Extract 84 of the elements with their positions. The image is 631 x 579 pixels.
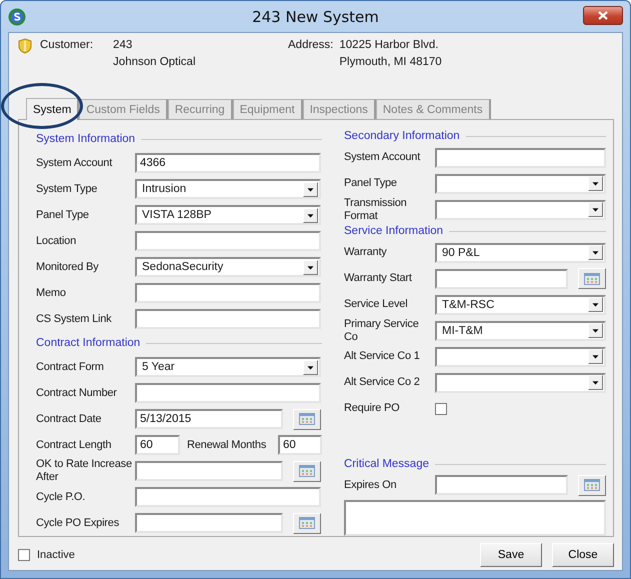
field-label: Warranty [344, 246, 388, 260]
address-line: Plymouth, MI 48170 [339, 55, 442, 69]
field-label: Contract Length [36, 438, 112, 452]
dropdown-field[interactable]: 90 P&L [435, 242, 606, 263]
checkbox[interactable] [435, 402, 447, 415]
close-button[interactable] [583, 6, 623, 25]
calendar-icon [584, 272, 600, 285]
calendar-button[interactable] [293, 512, 321, 534]
date-field[interactable]: 5/13/2015 [135, 409, 283, 429]
date-field[interactable] [435, 475, 568, 496]
field-label: Service Level [344, 298, 408, 312]
date-field[interactable] [135, 461, 283, 481]
text-field[interactable] [135, 383, 321, 403]
field-label: CS System Link [36, 312, 112, 326]
calendar-button[interactable] [578, 474, 606, 496]
section-title: Contract Information [36, 337, 140, 349]
calendar-icon [299, 413, 315, 425]
field-label: Contract Number [36, 386, 118, 400]
customer-name: Johnson Optical [113, 55, 196, 69]
dropdown-field[interactable] [435, 174, 606, 194]
field-label: Alt Service Co 2 [344, 376, 421, 390]
checkbox[interactable] [18, 549, 30, 561]
calendar-icon [299, 465, 315, 477]
dropdown-field[interactable]: VISTA 128BP [135, 205, 321, 225]
text-field[interactable]: 60 [135, 435, 180, 455]
field-label: System Account [344, 151, 422, 164]
dropdown-field[interactable]: T&M-RSC [435, 294, 606, 315]
tab[interactable]: System [26, 98, 80, 120]
field-label: Panel Type [36, 208, 90, 222]
dropdown-field[interactable] [435, 372, 606, 393]
field-label: System Type [36, 182, 98, 196]
window-title: 243 New System [252, 8, 380, 26]
calendar-icon [299, 517, 315, 529]
date-field[interactable] [135, 513, 283, 533]
field-label: Renewal Months [186, 438, 268, 452]
customer-number: 243 [113, 38, 134, 52]
dropdown-field[interactable] [435, 200, 606, 220]
field-label: Cycle P.O. [36, 490, 86, 504]
checkbox-label: Inactive [37, 549, 76, 561]
section-title: System Information [36, 133, 136, 145]
field-label: OK to Rate Increase After [36, 458, 133, 484]
field-label: Location [36, 234, 77, 248]
calendar-button[interactable] [293, 408, 321, 430]
message-field[interactable] [344, 500, 606, 536]
text-field[interactable] [435, 148, 606, 168]
text-field[interactable] [135, 231, 321, 251]
date-field[interactable] [435, 268, 568, 289]
app-logo-icon [8, 8, 26, 26]
calendar-button[interactable] [578, 268, 606, 290]
close-icon [598, 11, 608, 20]
field-label: Warranty Start [344, 272, 413, 286]
field-label: System Account [36, 156, 114, 170]
field-label: Panel Type [344, 177, 398, 190]
field-label: Transmission Format [344, 196, 408, 223]
field-label: Alt Service Co 1 [344, 350, 421, 364]
section-title: Service Information [344, 225, 444, 238]
section-title: Critical Message [344, 458, 429, 470]
dropdown-field[interactable] [435, 346, 606, 367]
text-field[interactable] [135, 283, 321, 303]
customer-label: Customer: [40, 38, 94, 52]
field-label: Memo [36, 286, 67, 300]
dropdown-field[interactable]: Intrusion [135, 179, 321, 199]
text-field[interactable]: 4366 [135, 153, 321, 173]
field-label: Primary Service Co [344, 318, 420, 344]
field-label: Contract Form [36, 360, 105, 374]
field-label: Expires On [344, 478, 398, 492]
section-title: Secondary Information [344, 130, 460, 142]
dropdown-field[interactable]: 5 Year [135, 357, 321, 377]
address-label: Address: [288, 38, 334, 52]
calendar-button[interactable] [293, 460, 321, 482]
shield-icon [18, 38, 32, 54]
dropdown-field[interactable]: SedonaSecurity [135, 257, 321, 277]
field-label: Require PO [344, 402, 400, 416]
dialog-button[interactable]: Close [552, 543, 614, 567]
field-label: Contract Date [36, 412, 102, 426]
dropdown-field[interactable]: MI-T&M [435, 320, 606, 341]
field-label: Cycle PO Expires [36, 516, 120, 530]
address-line: 10225 Harbor Blvd. [339, 38, 440, 52]
text-field[interactable]: 60 [278, 435, 322, 455]
dialog-button[interactable]: Save [480, 543, 542, 567]
text-field[interactable] [135, 309, 321, 329]
text-field[interactable] [135, 487, 321, 507]
calendar-icon [584, 479, 600, 492]
field-label: Monitored By [36, 260, 100, 274]
